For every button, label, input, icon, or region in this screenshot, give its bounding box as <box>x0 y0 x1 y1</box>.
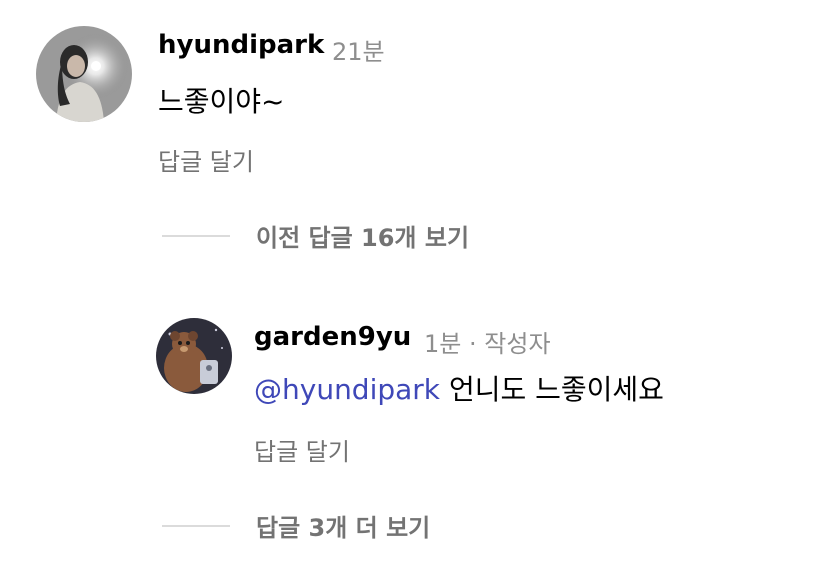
thread-divider <box>162 234 230 237</box>
view-more-replies-button[interactable]: 답글 3개 더 보기 <box>162 508 430 543</box>
meta-separator: · <box>469 330 477 358</box>
author-badge: 작성자 <box>484 330 551 358</box>
reply-button[interactable]: 답글 달기 <box>158 142 254 177</box>
comment-username[interactable]: hyundipark <box>158 30 324 60</box>
view-more-replies-label: 답글 3개 더 보기 <box>256 514 431 542</box>
profile-photo-garden9yu <box>156 318 232 394</box>
reply-body: 언니도 느좋이세요 <box>448 373 664 406</box>
avatar[interactable] <box>156 318 232 394</box>
mention-link[interactable]: @hyundipark <box>254 373 440 406</box>
comment-time: 21분 <box>332 38 385 66</box>
thread-divider <box>162 524 230 527</box>
avatar[interactable] <box>36 26 132 122</box>
reply-username[interactable]: garden9yu <box>254 322 411 352</box>
view-previous-replies-button[interactable]: 이전 답글 16개 보기 <box>162 218 469 253</box>
reply-text: @hyundipark 언니도 느좋이세요 <box>254 368 664 408</box>
comment-text: 느좋이야~ <box>158 85 285 118</box>
profile-photo-hyundipark <box>36 26 132 122</box>
reply-meta: 1분 · 작성자 <box>424 324 551 359</box>
view-previous-replies-label: 이전 답글 16개 보기 <box>256 224 470 252</box>
reply-button[interactable]: 답글 달기 <box>254 432 350 467</box>
reply-time: 1분 <box>424 330 462 358</box>
